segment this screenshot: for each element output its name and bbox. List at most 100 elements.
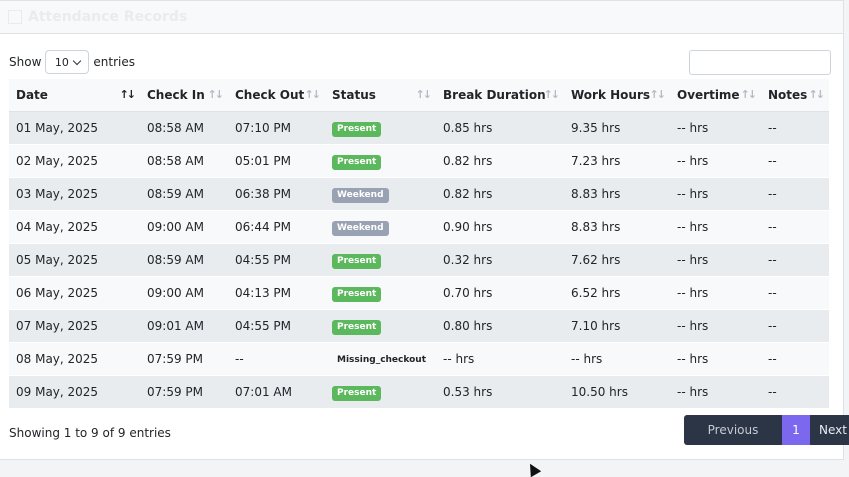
status-badge: Present [332,319,382,335]
sort-both-icon: ↑↓ [543,88,561,101]
date-cell: 09 May, 2025 [9,375,140,409]
status-badge: Weekend [332,187,389,203]
card-title: Attendance Records [28,9,188,25]
work-hours-cell: 7.10 hrs [564,309,670,343]
check-out-cell: 07:10 PM [228,111,325,145]
date-cell: 05 May, 2025 [9,243,140,277]
page-1-button[interactable]: 1 [782,415,810,445]
notes-cell: -- [761,375,829,409]
check-out-cell: 07:01 AM [228,375,325,409]
notes-cell: -- [761,309,829,343]
table-row: 01 May, 2025 08:58 AM 07:10 PM Present 0.85 … [9,111,829,145]
check-out-cell: 04:13 PM [228,276,325,310]
work-hours-cell: 8.83 hrs [564,210,670,244]
break-duration-cell: 0.90 hrs [436,210,564,244]
table-row: 03 May, 2025 08:59 AM 06:38 PM Weekend 0.82 … [9,177,829,211]
notes-cell: -- [761,144,829,178]
card-header: Attendance Records [0,1,843,34]
break-duration-cell: 0.80 hrs [436,309,564,343]
check-in-cell: 08:58 AM [140,111,228,145]
date-cell: 07 May, 2025 [9,309,140,343]
show-label: Show [9,55,42,69]
break-duration-cell: 0.82 hrs [436,177,564,211]
sort-both-icon: ↑↓ [415,88,433,101]
search-input[interactable] [689,49,831,75]
status-badge: Missing_checkout [332,352,432,368]
next-page-button[interactable]: Next [810,415,849,445]
break-duration-cell: -- hrs [436,342,564,376]
check-in-cell: 07:59 PM [140,375,228,409]
overtime-cell: -- hrs [670,210,761,244]
break-duration-cell: 0.85 hrs [436,111,564,145]
check-out-cell: 04:55 PM [228,309,325,343]
column-header-label: Overtime [677,88,740,102]
check-out-cell: 04:55 PM [228,243,325,277]
overtime-cell: -- hrs [670,342,761,376]
table-row: 07 May, 2025 09:01 AM 04:55 PM Present 0.80 … [9,309,829,343]
date-cell: 08 May, 2025 [9,342,140,376]
notes-cell: -- [761,243,829,277]
column-header-label: Check In [147,88,205,102]
notes-cell: -- [761,177,829,211]
sort-both-icon: ↑↓ [649,88,667,101]
table-row: 08 May, 2025 07:59 PM -- Missing_checkout --… [9,342,829,376]
status-badge: Present [332,286,382,302]
attendance-card: Attendance Records Show 10 entries Date ↑… [0,0,849,460]
overtime-cell: -- hrs [670,177,761,211]
notes-cell: -- [761,111,829,145]
status-badge: Present [332,154,382,170]
work-hours-cell: 7.23 hrs [564,144,670,178]
break-duration-cell: 0.70 hrs [436,276,564,310]
notes-cell: -- [761,210,829,244]
sort-both-icon: ↑↓ [808,88,826,101]
column-header-notes[interactable]: Notes ↑↓ [761,79,829,112]
check-in-cell: 07:59 PM [140,342,228,376]
status-cell: Present [325,144,436,178]
status-cell: Present [325,309,436,343]
column-header-label: Notes [768,88,808,102]
column-header-status[interactable]: Status ↑↓ [325,79,436,112]
attendance-table: Date ↑↓ Check In ↑↓ Check Out ↑↓ Status ↑↓ Break… [9,79,829,409]
work-hours-cell: 10.50 hrs [564,375,670,409]
overtime-cell: -- hrs [670,309,761,343]
column-header-check-in[interactable]: Check In ↑↓ [140,79,228,112]
check-in-cell: 08:59 AM [140,177,228,211]
calendar-icon [8,10,22,24]
column-header-label: Work Hours [571,88,651,102]
previous-page-button[interactable]: Previous [684,415,782,445]
column-header-overtime[interactable]: Overtime ↑↓ [670,79,761,112]
check-out-cell: -- [228,342,325,376]
column-header-work-hours[interactable]: Work Hours ↑↓ [564,79,670,112]
column-header-label: Break Duration [443,88,546,102]
check-in-cell: 08:58 AM [140,144,228,178]
column-header-check-out[interactable]: Check Out ↑↓ [228,79,325,112]
date-cell: 03 May, 2025 [9,177,140,211]
entries-label: entries [93,55,135,69]
check-in-cell: 08:59 AM [140,243,228,277]
page-length-select[interactable]: 10 [45,50,90,74]
overtime-cell: -- hrs [670,111,761,145]
status-cell: Present [325,375,436,409]
check-out-cell: 06:38 PM [228,177,325,211]
table-body: 01 May, 2025 08:58 AM 07:10 PM Present 0.85 … [9,111,829,409]
check-out-cell: 06:44 PM [228,210,325,244]
column-header-label: Check Out [235,88,305,102]
date-cell: 01 May, 2025 [9,111,140,145]
column-header-label: Status [332,88,376,102]
check-out-cell: 05:01 PM [228,144,325,178]
break-duration-cell: 0.82 hrs [436,144,564,178]
column-header-break-duration[interactable]: Break Duration ↑↓ [436,79,564,112]
check-in-cell: 09:00 AM [140,210,228,244]
sort-both-icon: ↑↓ [207,88,225,101]
column-header-label: Date [16,88,48,102]
column-header-date[interactable]: Date ↑↓ [9,79,140,112]
date-cell: 02 May, 2025 [9,144,140,178]
work-hours-cell: -- hrs [564,342,670,376]
overtime-cell: -- hrs [670,276,761,310]
status-cell: Present [325,243,436,277]
table-row: 05 May, 2025 08:59 AM 04:55 PM Present 0.32 … [9,243,829,277]
table-row: 09 May, 2025 07:59 PM 07:01 AM Present 0.53 … [9,375,829,409]
table-controls: Show 10 entries [9,48,831,76]
notes-cell: -- [761,276,829,310]
break-duration-cell: 0.32 hrs [436,243,564,277]
